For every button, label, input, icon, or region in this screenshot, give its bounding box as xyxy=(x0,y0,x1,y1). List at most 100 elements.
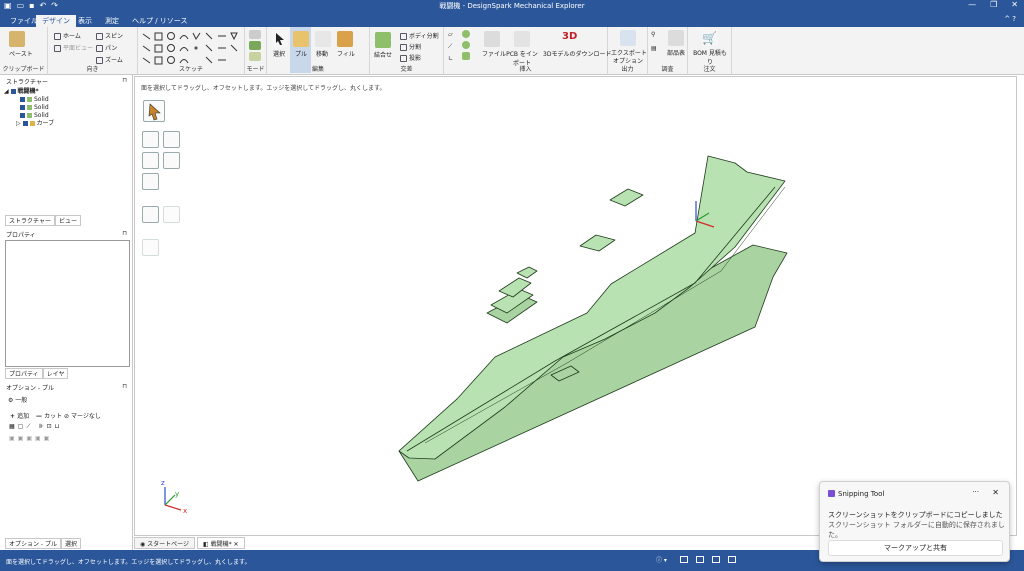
z-axis-label: z xyxy=(161,479,165,487)
no-merge-icon: ⊘ xyxy=(64,413,71,420)
inspect-icon[interactable]: ▤ xyxy=(651,45,657,52)
world-axis-triad: x y z xyxy=(161,479,187,515)
tab-options-pull[interactable]: オプション - プル xyxy=(5,538,61,549)
export-icon[interactable] xyxy=(620,30,636,46)
file-insert-icon[interactable] xyxy=(484,31,500,47)
boolean-split-button[interactable]: ボディ分割 xyxy=(400,31,439,40)
cut-option[interactable]: — カット xyxy=(36,411,62,420)
minimize-icon[interactable]: — xyxy=(968,0,976,9)
model-view[interactable]: x y z xyxy=(135,77,1018,537)
more-icon[interactable]: ··· xyxy=(972,488,979,496)
pull-options-row-1[interactable]: ▦▢⟋ ⊪⊡⊔ xyxy=(9,423,62,431)
combine-icon[interactable] xyxy=(375,32,391,48)
layout-icon[interactable] xyxy=(696,556,704,563)
insert-axis-icon[interactable]: ⟋ xyxy=(448,43,452,51)
pin-icon[interactable]: ⊓ xyxy=(122,77,127,84)
pan-button[interactable]: パン xyxy=(96,43,117,52)
sketch-mode-icon[interactable] xyxy=(249,30,261,39)
tab-start-page[interactable]: ◉ スタートページ xyxy=(134,537,196,549)
sketch-tools-icon[interactable] xyxy=(138,30,245,66)
tab-measure[interactable]: 測定 xyxy=(99,15,125,27)
tab-selection[interactable]: 選択 xyxy=(60,538,81,549)
insert-plane-icon[interactable]: ▱ xyxy=(448,31,453,38)
measure-icon[interactable]: ⚲ xyxy=(651,31,655,38)
checkbox[interactable] xyxy=(22,121,28,126)
design-canvas[interactable]: 面を選択してドラッグし、オフセットします。エッジを選択してドラッグし、丸くします… xyxy=(134,76,1017,536)
paste-icon[interactable] xyxy=(9,31,25,47)
move-icon[interactable] xyxy=(315,31,331,47)
plane-view-button[interactable]: 平面ビュー xyxy=(54,43,93,52)
tab-help[interactable]: ヘルプ / リソース xyxy=(126,15,193,27)
project-button[interactable]: 投影 xyxy=(400,53,421,62)
home-button[interactable]: ホーム xyxy=(54,31,81,40)
fill-icon[interactable] xyxy=(337,31,353,47)
split-icon xyxy=(400,44,407,51)
info-icon[interactable]: ⓘ ▾ xyxy=(656,555,667,564)
close-icon[interactable]: ✕ xyxy=(1011,0,1018,9)
menu-bar: ファイル デザイン 表示 測定 ヘルプ / リソース ^ ? xyxy=(0,13,1024,27)
pin-icon[interactable]: ⊓ xyxy=(122,230,127,237)
markup-share-button[interactable]: マークアップと共有 xyxy=(828,540,1003,556)
parts-list-icon[interactable] xyxy=(668,30,684,46)
restore-icon[interactable]: ❐ xyxy=(990,0,997,9)
tab-views[interactable]: ビュー xyxy=(54,215,81,226)
general-section[interactable]: ⚙ 一般 xyxy=(8,395,27,404)
combine-button[interactable]: 結合せ xyxy=(374,50,392,59)
layout-icon[interactable] xyxy=(680,556,688,563)
notification-title: スクリーンショットをクリップボードにコピーしました xyxy=(828,511,1003,519)
3d-models-button[interactable]: 3Dモデルのダウンロード xyxy=(543,49,611,58)
select-icon[interactable] xyxy=(272,31,288,47)
close-tab-icon[interactable]: ✕ xyxy=(232,541,239,548)
fill-button[interactable]: フィル xyxy=(337,49,355,58)
tree-item[interactable]: Solid xyxy=(4,112,54,120)
layout-icon[interactable] xyxy=(712,556,720,563)
paste-button[interactable]: ペースト xyxy=(9,49,33,58)
checkbox[interactable] xyxy=(10,89,16,94)
pull-options-row-2[interactable]: ▣▣▣▣▣ xyxy=(9,435,52,442)
group-label: 注文 xyxy=(703,66,716,73)
tab-design[interactable]: デザイン xyxy=(36,15,76,27)
select-button[interactable]: 選択 xyxy=(273,49,285,58)
cart-icon[interactable]: 🛒 xyxy=(702,30,718,46)
shell-icon[interactable] xyxy=(462,52,470,60)
insert-point-icon[interactable]: ∟ xyxy=(448,55,453,62)
group-label: スケッチ xyxy=(178,66,203,73)
zoom-button[interactable]: ズーム xyxy=(96,55,123,64)
add-option[interactable]: + 追加 xyxy=(10,411,29,420)
spin-button[interactable]: スピン xyxy=(96,31,123,40)
island-mast xyxy=(516,266,538,279)
3d-models-icon[interactable]: 3D xyxy=(562,30,582,44)
help-icon[interactable]: ^ ? xyxy=(1004,15,1016,23)
pcb-import-icon[interactable] xyxy=(514,31,530,47)
checkbox[interactable] xyxy=(20,97,25,102)
3d-mode-icon[interactable] xyxy=(249,52,261,61)
tab-view[interactable]: 表示 xyxy=(72,15,98,27)
document-tabs: ◉ スタートページ ◧ 戦闘機* ✕ xyxy=(134,537,247,549)
group-label: 向き xyxy=(86,66,99,73)
title-bar: ▣ ▭ ▪ ↶ ↷ 戦闘機 - DesignSpark Mechanical E… xyxy=(0,0,1024,13)
minus-icon: — xyxy=(36,413,45,420)
no-merge-option[interactable]: ⊘ マージなし xyxy=(64,411,101,420)
tab-document[interactable]: ◧ 戦闘機* ✕ xyxy=(197,537,245,549)
tree-item[interactable]: Solid xyxy=(4,96,54,104)
layout-icon[interactable] xyxy=(728,556,736,563)
file-insert-button[interactable]: ファイル xyxy=(482,49,506,58)
pin-icon[interactable]: ⊓ xyxy=(122,383,127,390)
tree-item[interactable]: Solid xyxy=(4,104,54,112)
split-button[interactable]: 分割 xyxy=(400,42,421,51)
section-mode-icon[interactable] xyxy=(249,41,261,50)
checkbox[interactable] xyxy=(20,113,25,118)
close-icon[interactable]: ✕ xyxy=(992,488,999,497)
tree-root[interactable]: ◢ 戦闘機* xyxy=(4,88,54,96)
checkbox[interactable] xyxy=(20,105,25,110)
parts-list-button[interactable]: 部品表 xyxy=(667,48,685,57)
tree-item[interactable]: ▷ カーブ xyxy=(4,120,54,128)
group-label: 出力 xyxy=(621,66,634,73)
tab-layers[interactable]: レイヤ xyxy=(42,368,69,379)
notification-app-name: Snipping Tool xyxy=(838,490,885,498)
cylinder-icon[interactable] xyxy=(462,30,470,38)
move-button[interactable]: 移動 xyxy=(316,49,328,58)
sphere-icon[interactable] xyxy=(462,41,470,49)
tab-properties[interactable]: プロパティ xyxy=(5,368,43,379)
tab-structure[interactable]: ストラクチャー xyxy=(5,215,55,226)
